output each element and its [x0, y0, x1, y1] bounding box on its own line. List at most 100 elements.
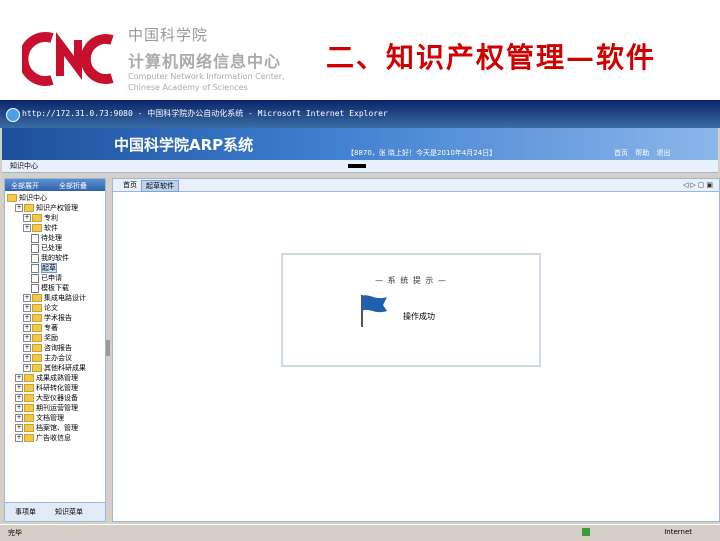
tab-draft-software[interactable]: 起草软件	[141, 180, 179, 192]
nav-tab-knowledge-center[interactable]: 知识中心	[10, 161, 38, 171]
knowledge-menu-button[interactable]: 知识菜单	[55, 507, 83, 517]
tree-item[interactable]: + 大型仪器设备	[7, 393, 103, 403]
tree-item[interactable]: 待处理	[7, 233, 103, 243]
tree-item[interactable]: + 期刊运营管理	[7, 403, 103, 413]
tree-item[interactable]: + 奖励	[7, 333, 103, 343]
tree-item[interactable]: + 软件	[7, 223, 103, 233]
tree-item-label: 主办会议	[44, 354, 72, 362]
nav-marker	[348, 164, 366, 168]
tree-item[interactable]: 我的软件	[7, 253, 103, 263]
status-text: 完毕	[8, 529, 22, 537]
expand-icon[interactable]: +	[23, 364, 31, 372]
expand-icon[interactable]: +	[15, 424, 23, 432]
org-name: 中国科学院	[128, 26, 209, 44]
center-name: 计算机网络信息中心	[128, 52, 282, 71]
expand-icon[interactable]: +	[23, 214, 31, 222]
tree-item-label: 奖励	[44, 334, 58, 342]
folder-icon	[24, 434, 34, 442]
document-icon	[31, 263, 39, 273]
tree-item-label: 起草	[41, 263, 57, 273]
folder-icon	[24, 404, 34, 412]
tree-item-label: 科研转化管理	[36, 384, 78, 392]
tree-item[interactable]: + 成果成熟管理	[7, 373, 103, 383]
left-bottom-bar: 事项单 知识菜单	[5, 502, 105, 521]
browser-title: http://172.31.0.73:9080 - 中国科学院办公自动化系统 -…	[22, 109, 388, 118]
tree-item-label: 待处理	[41, 234, 62, 242]
tree-item-label: 咨询报告	[44, 344, 72, 352]
folder-icon	[32, 334, 42, 342]
tree-item[interactable]: + 专利	[7, 213, 103, 223]
left-tabbar: 全部展开 全部折叠	[5, 179, 105, 191]
tree-item[interactable]: 模板下载	[7, 283, 103, 293]
document-icon	[31, 283, 39, 293]
folder-icon	[32, 344, 42, 352]
folder-icon	[32, 364, 42, 372]
system-prompt-dialog: — 系 统 提 示 — 操作成功	[281, 253, 541, 367]
collapse-all-button[interactable]: 全部折叠	[59, 181, 87, 191]
tree-item-label: 已申请	[41, 274, 62, 282]
document-icon	[31, 243, 39, 253]
tree-item-label: 大型仪器设备	[36, 394, 78, 402]
expand-icon[interactable]: +	[15, 434, 23, 442]
tree-item[interactable]: + 咨询报告	[7, 343, 103, 353]
expand-icon[interactable]: +	[23, 334, 31, 342]
tree-item-label: 其他科研成果	[44, 364, 86, 372]
expand-all-button[interactable]: 全部展开	[11, 181, 39, 191]
tree-item[interactable]: + 专著	[7, 323, 103, 333]
tree-item[interactable]: 已处理	[7, 243, 103, 253]
tree-item[interactable]: 已申请	[7, 273, 103, 283]
expand-icon[interactable]: +	[23, 314, 31, 322]
expand-icon[interactable]: +	[23, 294, 31, 302]
zone-text: Internet	[664, 528, 692, 536]
folder-icon	[7, 194, 17, 202]
folder-icon	[24, 374, 34, 382]
expand-icon[interactable]: +	[23, 304, 31, 312]
expand-icon[interactable]: +	[15, 414, 23, 422]
center-name-en-line2: Chinese Academy of Sciences	[128, 83, 248, 92]
tree-item-label: 软件	[44, 224, 58, 232]
help-link[interactable]: 帮助	[635, 149, 649, 157]
tree-item[interactable]: 起草	[7, 263, 103, 273]
status-bar: 完毕 Internet	[0, 524, 720, 541]
tree-item[interactable]: 知识中心	[7, 193, 103, 203]
main-panel: 首页 起草软件 ◁▷▢▣ — 系 统 提 示 — 操作成功	[112, 178, 720, 522]
expand-icon[interactable]: +	[15, 404, 23, 412]
expand-icon[interactable]: +	[15, 394, 23, 402]
tree-item[interactable]: + 科研转化管理	[7, 383, 103, 393]
dialog-message: 操作成功	[403, 312, 435, 321]
tree-item[interactable]: + 其他科研成果	[7, 363, 103, 373]
tree-item[interactable]: + 知识产权管理	[7, 203, 103, 213]
todo-button[interactable]: 事项单	[15, 507, 36, 517]
expand-icon[interactable]: +	[23, 344, 31, 352]
tab-home[interactable]: 首页	[119, 180, 141, 190]
tree-item[interactable]: + 集成电路设计	[7, 293, 103, 303]
tree-item-label: 期刊运营管理	[36, 404, 78, 412]
tree-item[interactable]: + 主办会议	[7, 353, 103, 363]
folder-icon	[24, 424, 34, 432]
expand-icon[interactable]: +	[23, 224, 31, 232]
folder-icon	[24, 414, 34, 422]
nav-bar: 知识中心	[2, 160, 718, 173]
tree-item-label: 档案馆、管理	[36, 424, 78, 432]
tab-controls[interactable]: ◁▷▢▣	[683, 181, 715, 189]
tree-item-label: 学术报告	[44, 314, 72, 322]
tree-item-label: 模板下载	[41, 284, 69, 292]
expand-icon[interactable]: +	[23, 324, 31, 332]
tree-item[interactable]: + 论文	[7, 303, 103, 313]
main-tabstrip: 首页 起草软件 ◁▷▢▣	[113, 179, 719, 192]
expand-icon[interactable]: +	[15, 384, 23, 392]
tree-item[interactable]: + 档案馆、管理	[7, 423, 103, 433]
expand-icon[interactable]: +	[23, 354, 31, 362]
panel-splitter[interactable]	[106, 340, 110, 356]
home-link[interactable]: 首页	[614, 149, 628, 157]
tree-item[interactable]: + 广告收信息	[7, 433, 103, 443]
dialog-title: — 系 统 提 示 —	[375, 276, 447, 285]
tree-item[interactable]: + 学术报告	[7, 313, 103, 323]
expand-icon[interactable]: +	[15, 204, 23, 212]
tree-item[interactable]: + 文档管理	[7, 413, 103, 423]
folder-icon	[32, 354, 42, 362]
folder-icon	[32, 304, 42, 312]
logout-link[interactable]: 退出	[656, 149, 670, 157]
app-banner: 中国科学院ARP系统 【8870，张 晓上好！今天是2010年4月24日】 首页…	[2, 128, 718, 160]
expand-icon[interactable]: +	[15, 374, 23, 382]
